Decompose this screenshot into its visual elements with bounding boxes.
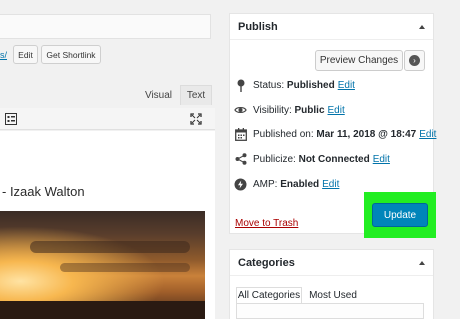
publicize-label: Publicize:	[253, 153, 296, 165]
amp-label: AMP:	[253, 178, 278, 190]
visibility-row: Visibility: Public Edit	[234, 102, 345, 118]
get-shortlink-button[interactable]: Get Shortlink	[41, 45, 101, 64]
share-icon	[234, 153, 247, 166]
amp-value: Enabled	[280, 178, 320, 190]
collapse-caret-icon[interactable]	[419, 260, 425, 265]
publicize-row: Publicize: Not Connected Edit	[234, 151, 390, 167]
eye-icon	[234, 104, 247, 117]
editor-toolbar	[0, 108, 215, 130]
published-on-edit-link[interactable]: Edit	[419, 129, 436, 140]
publish-panel-header[interactable]: Publish	[230, 14, 433, 40]
calendar-icon	[234, 127, 247, 141]
amp-bolt-icon	[234, 178, 247, 191]
published-on-value: Mar 11, 2018 @ 18:47	[316, 128, 417, 140]
preview-options-button[interactable]: ›	[404, 50, 425, 71]
image-cloud	[30, 241, 190, 253]
edit-permalink-button[interactable]: Edit	[13, 45, 38, 64]
toolbar-toggle-icon[interactable]	[5, 113, 17, 125]
image-cloud	[60, 263, 190, 272]
preview-changes-button[interactable]: Preview Changes	[315, 50, 403, 71]
category-list[interactable]	[236, 303, 424, 319]
status-edit-link[interactable]: Edit	[338, 80, 355, 91]
publicize-value: Not Connected	[298, 153, 370, 165]
status-label: Status:	[253, 79, 285, 91]
publicize-edit-link[interactable]: Edit	[373, 154, 390, 165]
tab-most-used[interactable]: Most Used	[305, 287, 361, 303]
tab-text[interactable]: Text	[180, 85, 212, 105]
collapse-caret-icon[interactable]	[419, 24, 425, 29]
status-row: Status: Published Edit	[234, 77, 355, 93]
sunset-image[interactable]	[0, 211, 205, 319]
visibility-edit-link[interactable]: Edit	[328, 105, 345, 116]
fullscreen-icon[interactable]	[190, 113, 202, 125]
move-to-trash-link[interactable]: Move to Trash	[235, 218, 298, 229]
amp-edit-link[interactable]: Edit	[322, 179, 339, 190]
published-on-label: Published on:	[253, 128, 314, 140]
pin-icon	[234, 79, 247, 92]
published-on-row: Published on: Mar 11, 2018 @ 18:47 Edit	[234, 126, 436, 142]
permalink-link[interactable]: s/	[0, 50, 7, 60]
update-button[interactable]: Update	[372, 203, 428, 227]
visibility-label: Visibility:	[253, 104, 292, 116]
post-title-input[interactable]	[0, 14, 211, 39]
circle-arrow-icon: ›	[409, 55, 420, 66]
categories-title: Categories	[238, 256, 295, 269]
tab-all-categories[interactable]: All Categories	[236, 287, 302, 303]
image-ground	[0, 301, 205, 319]
publish-panel: Publish Preview Changes › Status: Publis…	[229, 13, 436, 238]
amp-row: AMP: Enabled Edit	[234, 176, 339, 192]
visibility-value: Public	[294, 104, 325, 116]
quote-author-text: - Izaak Walton	[2, 184, 85, 199]
tab-visual[interactable]: Visual	[140, 85, 177, 105]
status-value: Published	[286, 79, 335, 91]
publish-title: Publish	[238, 20, 278, 33]
categories-panel-header[interactable]: Categories	[230, 250, 433, 276]
